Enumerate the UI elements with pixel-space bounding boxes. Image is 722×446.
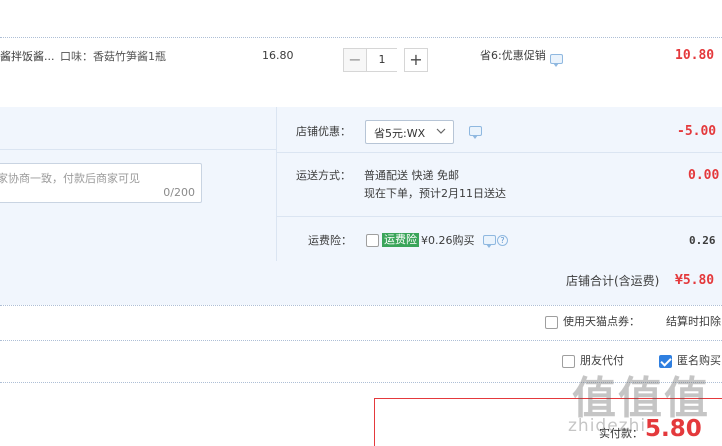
insurance-chat-icon[interactable] xyxy=(483,235,496,248)
item-unit-price: 16.80 xyxy=(262,49,294,62)
shop-total-value: ¥5.80 xyxy=(675,273,715,288)
panel-right-divider-1 xyxy=(277,152,722,153)
insurance-label: 运费险： xyxy=(308,234,352,247)
tmall-points-label: 使用天猫点券： xyxy=(563,315,640,328)
discount-chat-icon[interactable] xyxy=(469,126,482,139)
memo-placeholder: 家协商一致，付款后商家可见 xyxy=(0,172,140,185)
promo-text: 省6:优惠促销 xyxy=(480,49,546,62)
chevron-down-icon xyxy=(436,128,446,134)
item-subtotal: 10.80 xyxy=(675,48,715,63)
tmall-points-note: 结算时扣除 xyxy=(666,315,721,328)
shipping-label: 运送方式： xyxy=(296,169,351,182)
shop-discount-selected: 省5元:WX xyxy=(374,127,426,140)
memo-char-count: 0/200 xyxy=(163,186,195,199)
insurance-checkbox[interactable] xyxy=(366,234,379,247)
quantity-plus-button[interactable]: + xyxy=(404,48,428,72)
shop-total-label: 店铺合计(含运费) xyxy=(566,274,660,288)
options-divider xyxy=(0,340,722,341)
tmall-points-checkbox[interactable] xyxy=(545,316,558,329)
shop-discount-select[interactable]: 省5元:WX xyxy=(365,120,454,144)
insurance-price: ¥0.26购买 xyxy=(421,234,475,247)
panel-right-divider-2 xyxy=(277,216,722,217)
item-name[interactable]: 酱拌饭酱... xyxy=(0,50,55,64)
item-spec: 口味：香菇竹笋酱1瓶 xyxy=(60,50,166,63)
shop-total-row: 店铺合计(含运费) ¥5.80 xyxy=(0,261,722,305)
cart-item-row: 酱拌饭酱... 口味：香菇竹笋酱1瓶 16.80 − 1 + 省6:优惠促销 1… xyxy=(0,38,722,107)
promo-chat-icon[interactable] xyxy=(550,54,563,67)
panel-vertical-divider xyxy=(276,107,277,261)
help-icon[interactable]: ? xyxy=(497,235,508,246)
shop-discount-value: -5.00 xyxy=(677,124,717,139)
insurance-value: 0.26 xyxy=(689,234,716,247)
shipping-method: 普通配送 快递 免邮 xyxy=(364,169,459,182)
shipping-eta: 现在下单，预计2月11日送达 xyxy=(364,187,506,200)
quantity-input[interactable]: 1 xyxy=(367,48,397,72)
total-divider xyxy=(0,305,722,306)
quantity-minus-button[interactable]: − xyxy=(343,48,367,72)
panel-left-divider xyxy=(0,149,276,150)
shop-discount-label: 店铺优惠： xyxy=(296,125,351,138)
insurance-tag: 运费险 xyxy=(382,233,419,247)
watermark-text: zhidezhi xyxy=(568,416,647,436)
shipping-fee: 0.00 xyxy=(688,168,720,183)
buyer-memo-input[interactable]: 家协商一致，付款后商家可见 0/200 xyxy=(0,163,202,203)
